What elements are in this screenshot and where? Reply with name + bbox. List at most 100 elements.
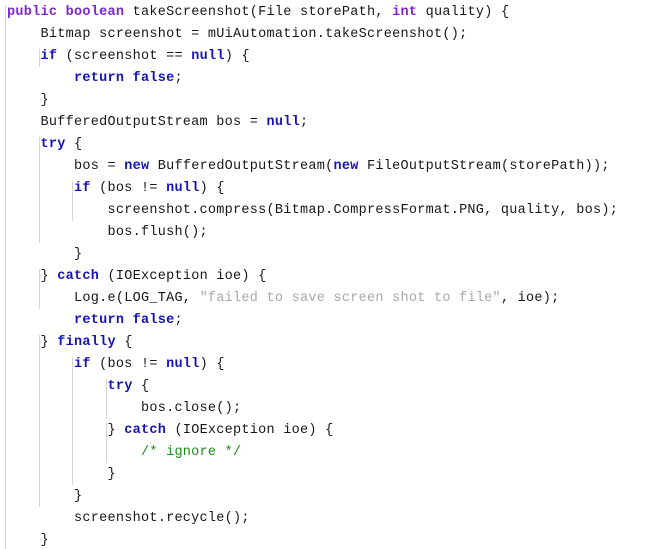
code-line[interactable]: return false; (0, 68, 670, 90)
code-line[interactable]: if (bos != null) { (0, 178, 670, 200)
code-token: return (73, 71, 125, 86)
code-token: ; (174, 71, 183, 86)
code-token: public (7, 5, 58, 20)
code-line[interactable]: if (bos != null) { (0, 354, 670, 376)
code-token: screenshot.compress(Bitmap.CompressForma… (107, 203, 619, 218)
code-token: if (40, 49, 58, 64)
code-token: bos.flush(); (107, 225, 208, 240)
code-token: int (392, 5, 418, 20)
code-line[interactable]: } finally { (0, 332, 670, 354)
code-token: new (333, 159, 359, 174)
code-token: takeScreenshot(File storePath, (124, 5, 393, 20)
code-token: { (65, 137, 83, 152)
code-line[interactable]: Bitmap screenshot = mUiAutomation.takeSc… (0, 24, 670, 46)
code-token: false (132, 71, 175, 86)
code-line[interactable]: Log.e(LOG_TAG, "failed to save screen sh… (0, 288, 670, 310)
code-token: "failed to save screen shot to file" (199, 291, 501, 306)
code-editor-viewport[interactable]: public boolean takeScreenshot(File store… (0, 0, 670, 549)
code-token: null (166, 181, 200, 196)
code-token: , ioe); (500, 291, 560, 306)
code-token: try (40, 137, 66, 152)
code-token: null (166, 357, 200, 372)
code-token: } (40, 269, 58, 284)
code-line[interactable]: /* ignore */ (0, 442, 670, 464)
code-token: { (132, 379, 150, 394)
code-lines-container[interactable]: public boolean takeScreenshot(File store… (0, 0, 670, 549)
code-line[interactable]: bos.flush(); (0, 222, 670, 244)
code-line[interactable]: } (0, 90, 670, 112)
code-token: } (73, 247, 83, 262)
code-line[interactable]: public boolean takeScreenshot(File store… (0, 2, 670, 24)
code-line[interactable]: } catch (IOException ioe) { (0, 266, 670, 288)
code-token: BufferedOutputStream( (149, 159, 334, 174)
code-token: (IOException ioe) { (166, 423, 334, 438)
code-line[interactable]: } (0, 486, 670, 508)
code-token: if (73, 181, 91, 196)
code-line[interactable]: screenshot.recycle(); (0, 508, 670, 530)
code-token: bos.close(); (140, 401, 242, 416)
code-token: return (73, 313, 125, 328)
code-token: Bitmap screenshot = mUiAutomation.takeSc… (40, 27, 468, 42)
code-line[interactable]: BufferedOutputStream bos = null; (0, 112, 670, 134)
code-token: } (107, 467, 116, 482)
code-token: { (115, 335, 133, 350)
code-token: boolean (65, 5, 125, 20)
code-token: FileOutputStream(storePath)); (358, 159, 610, 174)
code-line[interactable]: bos = new BufferedOutputStream(new FileO… (0, 156, 670, 178)
code-line[interactable]: screenshot.compress(Bitmap.CompressForma… (0, 200, 670, 222)
code-token: catch (124, 423, 167, 438)
code-line[interactable]: } (0, 530, 670, 549)
code-token: null (266, 115, 301, 130)
code-token: ) { (224, 49, 250, 64)
code-token: new (124, 159, 150, 174)
code-line[interactable]: } catch (IOException ioe) { (0, 420, 670, 442)
code-line[interactable]: bos.close(); (0, 398, 670, 420)
code-token: } (40, 93, 49, 108)
code-line[interactable]: } (0, 244, 670, 266)
code-token: ) { (199, 357, 225, 372)
code-token: finally (57, 335, 116, 350)
code-token: quality) { (417, 5, 510, 20)
code-token: (bos != (90, 357, 167, 372)
code-token: } (107, 423, 125, 438)
code-line[interactable]: try { (0, 376, 670, 398)
code-line[interactable]: } (0, 464, 670, 486)
code-token: } (40, 335, 58, 350)
code-token: try (107, 379, 133, 394)
code-token: /* ignore */ (140, 445, 242, 460)
code-token: catch (57, 269, 100, 284)
code-token: (bos != (90, 181, 167, 196)
code-token: null (191, 49, 225, 64)
code-token: } (73, 489, 83, 504)
code-token: (IOException ioe) { (99, 269, 267, 284)
code-line[interactable]: try { (0, 134, 670, 156)
code-line[interactable]: if (screenshot == null) { (0, 46, 670, 68)
code-line[interactable]: return false; (0, 310, 670, 332)
